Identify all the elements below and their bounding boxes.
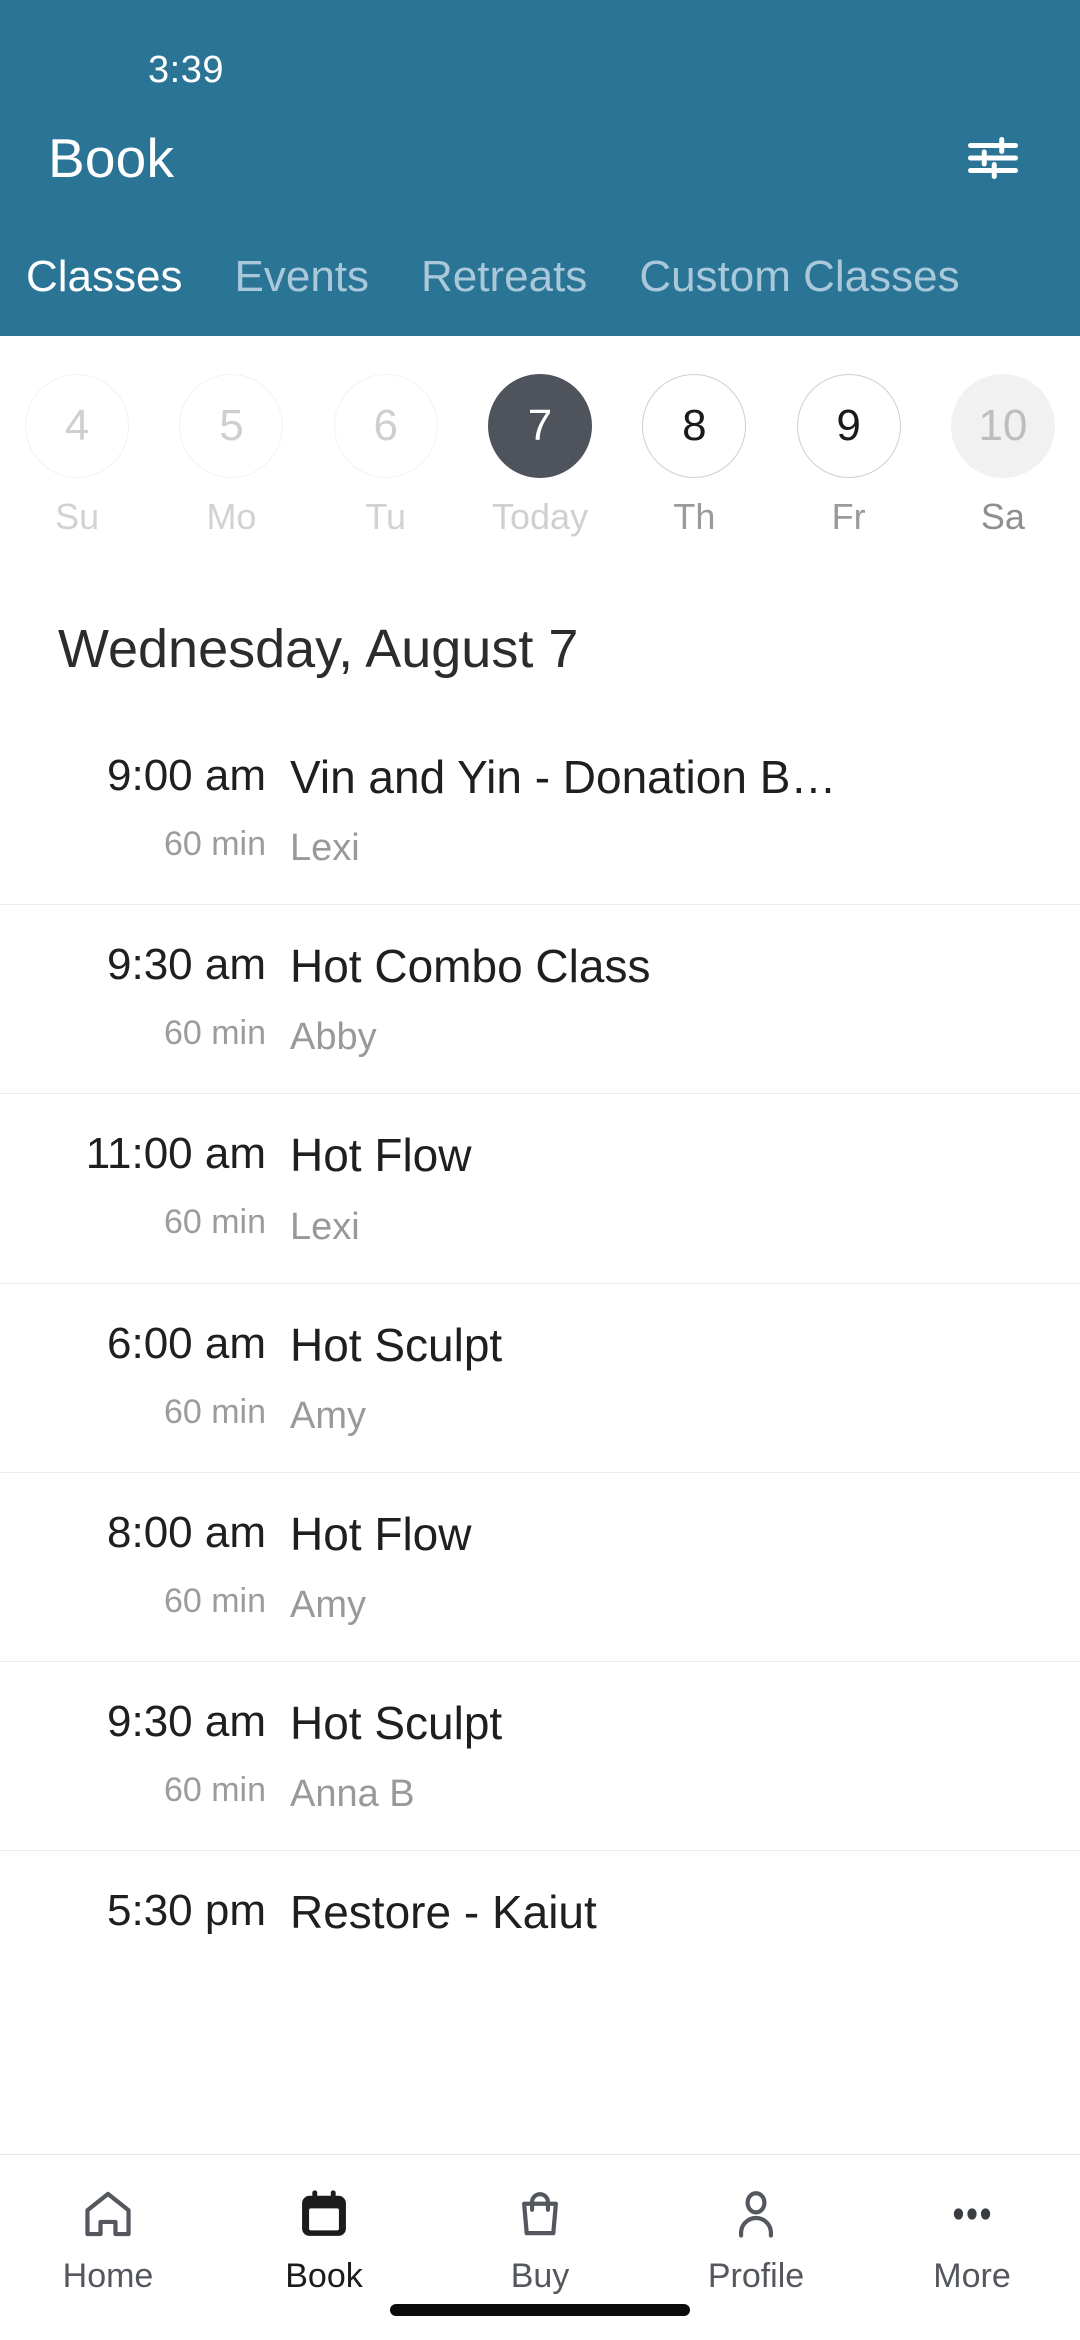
class-row[interactable]: 9:30 am 60 min Hot Combo Class Abby: [0, 904, 1080, 1093]
class-instructor: Amy: [290, 1394, 366, 1437]
class-time-column: 11:00 am 60 min: [0, 1126, 290, 1242]
class-time-column: 9:00 am 60 min: [0, 748, 290, 864]
class-instructor: Amy: [290, 1583, 366, 1626]
class-time: 5:30 pm: [107, 1886, 266, 1936]
tab-retreats[interactable]: Retreats: [421, 252, 587, 302]
date-circle: 8: [642, 374, 747, 478]
class-row[interactable]: 6:00 am 60 min Hot Sculpt Amy: [0, 1282, 1080, 1472]
class-time-column: 6:00 am 60 min: [0, 1316, 290, 1432]
class-schedule-list[interactable]: 9:00 am 60 min Vin and Yin - Donation B……: [0, 716, 1080, 2154]
class-info-column: Hot Sculpt Amy: [290, 1316, 1080, 1438]
class-time: 6:00 am: [107, 1318, 266, 1368]
date-weekday-label: Tu: [365, 496, 407, 537]
class-duration: 60 min: [163, 825, 266, 863]
section-tabs[interactable]: Classes Events Retreats Custom Classes: [0, 218, 1080, 336]
class-name: Hot Sculpt: [290, 1696, 503, 1749]
date-cell-6[interactable]: 6 Tu: [309, 374, 463, 538]
class-duration: 60 min: [163, 1770, 266, 1809]
class-name: Hot Combo Class: [290, 940, 651, 993]
class-duration: 60 min: [163, 1392, 266, 1431]
date-weekday-label: Mo: [206, 496, 257, 537]
nav-item-buy[interactable]: Buy: [432, 2183, 648, 2296]
class-row[interactable]: 8:00 am 60 min Hot Flow Amy: [0, 1471, 1080, 1661]
class-duration: 60 min: [163, 1581, 266, 1620]
page-title: Book: [48, 127, 175, 189]
tab-classes[interactable]: Classes: [26, 252, 183, 302]
class-time: 8:00 am: [107, 1507, 266, 1557]
date-weekday-label: Sa: [980, 496, 1025, 537]
date-cell-9[interactable]: 9 Fr: [771, 374, 925, 538]
class-time-column: 8:00 am 60 min: [0, 1505, 290, 1621]
date-cell-7-today[interactable]: 7 Today: [463, 374, 617, 538]
nav-item-book[interactable]: Book: [216, 2183, 432, 2296]
class-time: 11:00 am: [85, 1129, 266, 1179]
class-row[interactable]: 5:30 pm Restore - Kaiut: [0, 1850, 1080, 1996]
class-instructor: Anna B: [290, 1773, 415, 1816]
nav-label: More: [933, 2257, 1011, 2295]
class-info-column: Hot Flow Lexi: [290, 1126, 1080, 1248]
class-name: Hot Flow: [290, 1129, 472, 1182]
date-circle: 4: [25, 374, 130, 478]
class-duration: 60 min: [163, 1203, 266, 1242]
nav-item-more[interactable]: More: [864, 2183, 1080, 2296]
date-weekday-label: Today: [492, 496, 589, 537]
nav-label: Book: [285, 2257, 363, 2295]
app-bar: Book: [0, 98, 1080, 218]
date-weekday-label: Su: [55, 496, 100, 537]
class-time: 9:00 am: [107, 751, 266, 800]
class-info-column: Vin and Yin - Donation B… Lexi: [290, 748, 1080, 870]
class-name: Restore - Kaiut: [290, 1886, 597, 1939]
class-time: 9:30 am: [107, 940, 266, 990]
home-indicator: [390, 2304, 690, 2316]
class-info-column: Hot Sculpt Anna B: [290, 1694, 1080, 1816]
home-icon: [80, 2183, 136, 2245]
date-circle: 7: [488, 374, 593, 478]
class-name: Hot Flow: [290, 1507, 472, 1560]
nav-label: Home: [62, 2257, 154, 2295]
bag-icon: [512, 2183, 568, 2245]
class-time-column: 9:30 am 60 min: [0, 937, 290, 1053]
ellipsis-icon: [944, 2183, 1000, 2245]
status-bar: 3:39: [0, 42, 1080, 98]
app-header: 3:39 Book Classes Events Retreats Custom…: [0, 0, 1080, 336]
class-row[interactable]: 9:30 am 60 min Hot Sculpt Anna B: [0, 1660, 1080, 1850]
date-cell-5[interactable]: 5 Mo: [154, 374, 308, 538]
calendar-icon: [296, 2183, 352, 2245]
status-bar-clock: 3:39: [148, 48, 224, 91]
app-root: 3:39 Book Classes Events Retreats Custom…: [0, 0, 1080, 2340]
date-selector[interactable]: 4 Su 5 Mo 6 Tu 7 Today 8 Th 9 Fr 10 Sa: [0, 336, 1080, 576]
class-info-column: Restore - Kaiut: [290, 1883, 1080, 1962]
class-info-column: Hot Combo Class Abby: [290, 937, 1080, 1059]
person-icon: [728, 2183, 784, 2245]
date-cell-8[interactable]: 8 Th: [617, 374, 771, 538]
class-instructor: Lexi: [290, 1205, 360, 1248]
date-circle: 6: [333, 374, 438, 478]
nav-label: Profile: [707, 2257, 805, 2295]
class-instructor: Abby: [290, 1016, 377, 1059]
date-circle: 10: [950, 374, 1055, 478]
class-name: Hot Sculpt: [290, 1318, 503, 1371]
tab-events[interactable]: Events: [235, 252, 370, 302]
class-time-column: 9:30 am 60 min: [0, 1694, 290, 1810]
class-row[interactable]: 9:00 am 60 min Vin and Yin - Donation B……: [0, 716, 1080, 904]
date-cell-10[interactable]: 10 Sa: [926, 374, 1080, 538]
class-duration: 60 min: [163, 1014, 266, 1053]
date-circle: 9: [796, 374, 901, 478]
tune-icon[interactable]: [950, 115, 1036, 201]
class-time-column: 5:30 pm: [0, 1883, 290, 1960]
tab-custom-classes[interactable]: Custom Classes: [639, 252, 959, 302]
class-row[interactable]: 11:00 am 60 min Hot Flow Lexi: [0, 1093, 1080, 1282]
date-cell-4[interactable]: 4 Su: [0, 374, 154, 538]
nav-item-home[interactable]: Home: [0, 2183, 216, 2296]
nav-label: Buy: [510, 2257, 570, 2295]
class-instructor: Lexi: [290, 827, 360, 870]
date-weekday-label: Fr: [831, 496, 866, 537]
date-weekday-label: Th: [673, 496, 716, 537]
date-circle: 5: [179, 374, 284, 478]
nav-item-profile[interactable]: Profile: [648, 2183, 864, 2296]
class-name: Vin and Yin - Donation B…: [290, 751, 837, 803]
class-info-column: Hot Flow Amy: [290, 1505, 1080, 1627]
class-time: 9:30 am: [107, 1696, 266, 1746]
selected-date-heading: Wednesday, August 7: [58, 619, 579, 679]
